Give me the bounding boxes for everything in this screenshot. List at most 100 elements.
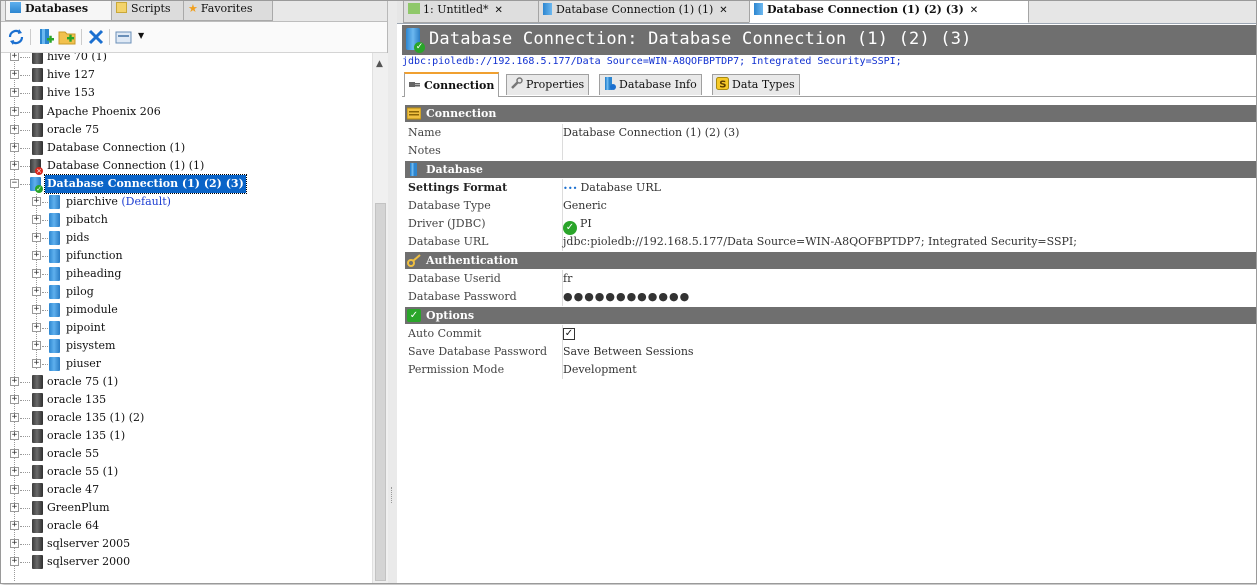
expand-icon[interactable]: + <box>10 70 19 79</box>
property-row-userid[interactable]: Database Userid fr <box>405 270 1256 288</box>
tab-data-types[interactable]: S Data Types <box>712 74 800 95</box>
tree-item-schema[interactable]: + pibatch <box>1 211 371 229</box>
expand-icon[interactable]: + <box>10 557 19 566</box>
expand-icon[interactable]: + <box>32 305 41 314</box>
tree-item-connection[interactable]: + sqlserver 2000 <box>1 553 371 571</box>
auto-commit-checkbox[interactable]: ✓ <box>563 328 575 340</box>
userid-value[interactable]: fr <box>563 270 572 288</box>
expand-icon[interactable]: + <box>32 269 41 278</box>
expand-icon[interactable]: + <box>10 485 19 494</box>
tab-scripts[interactable]: Scripts <box>111 1 187 21</box>
tree-item-connection[interactable]: + oracle 55 <box>1 445 371 463</box>
expand-icon[interactable]: + <box>10 88 19 97</box>
filter-dropdown-icon[interactable] <box>115 28 133 46</box>
delete-icon[interactable] <box>87 28 105 46</box>
tree-item-schema[interactable]: + pifunction <box>1 247 371 265</box>
tree-item-selected-connection[interactable]: − ✓ Database Connection (1) (2) (3) <box>1 174 371 194</box>
tab-favorites[interactable]: ★ Favorites <box>183 1 273 21</box>
tree-item-schema[interactable]: + piheading <box>1 265 371 283</box>
property-row-save-password[interactable]: Save Database Password Save Between Sess… <box>405 343 1256 361</box>
tree-item-schema[interactable]: + pimodule <box>1 301 371 319</box>
new-folder-icon[interactable] <box>58 28 76 46</box>
expand-icon[interactable]: + <box>32 215 41 224</box>
expand-icon[interactable]: + <box>32 341 41 350</box>
scroll-up-icon[interactable]: ▲ <box>376 59 383 69</box>
database-url-value[interactable]: jdbc:pioledb://192.168.5.177/Data Source… <box>563 233 1077 251</box>
tab-databases[interactable]: Databases <box>5 1 113 21</box>
tree-item-connection[interactable]: + oracle 75 <box>1 121 371 139</box>
tree-item-connection[interactable]: + Apache Phoenix 206 <box>1 103 371 121</box>
permission-mode-value[interactable]: Development <box>563 361 637 379</box>
property-row-permission-mode[interactable]: Permission Mode Development <box>405 361 1256 379</box>
expand-icon[interactable]: + <box>10 161 19 170</box>
expand-icon[interactable]: + <box>32 323 41 332</box>
tab-database-connection-1-2-3[interactable]: Database Connection (1) (2) (3) ✕ <box>749 1 1029 23</box>
property-row-database-url[interactable]: Database URL jdbc:pioledb://192.168.5.17… <box>405 233 1256 251</box>
tab-database-info[interactable]: Database Info <box>599 74 702 95</box>
tree-item-connection[interactable]: + × Database Connection (1) (1) <box>1 157 371 175</box>
property-row-auto-commit[interactable]: Auto Commit ✓ <box>405 325 1256 343</box>
chevron-down-icon[interactable]: ▼ <box>138 31 144 40</box>
scrollbar-thumb[interactable] <box>375 203 386 581</box>
password-value[interactable]: ●●●●●●●●●●●● <box>563 288 690 306</box>
expand-icon[interactable]: + <box>10 431 19 440</box>
add-connection-icon[interactable] <box>37 28 55 46</box>
database-type-value[interactable]: Generic <box>563 197 607 215</box>
pane-splitter[interactable] <box>388 1 397 583</box>
property-row-notes[interactable]: Notes <box>405 142 1256 160</box>
tree-item-schema[interactable]: + piarchive (Default) <box>1 193 371 211</box>
expand-icon[interactable]: + <box>10 449 19 458</box>
expand-icon[interactable]: + <box>32 359 41 368</box>
tree-item-schema[interactable]: + pisystem <box>1 337 371 355</box>
tree-item-connection[interactable]: + oracle 75 (1) <box>1 373 371 391</box>
driver-value[interactable]: ✓ PI <box>563 215 592 235</box>
refresh-icon[interactable] <box>7 28 25 46</box>
tree-item-connection[interactable]: + oracle 47 <box>1 481 371 499</box>
save-password-value[interactable]: Save Between Sessions <box>563 343 694 361</box>
expand-icon[interactable]: + <box>10 413 19 422</box>
expand-icon[interactable]: + <box>10 503 19 512</box>
expand-icon[interactable]: + <box>10 143 19 152</box>
tree-item-connection[interactable]: + oracle 55 (1) <box>1 463 371 481</box>
property-row-driver[interactable]: Driver (JDBC) ✓ PI <box>405 215 1256 235</box>
close-icon[interactable]: ✕ <box>494 5 502 16</box>
settings-format-value[interactable]: ••• Database URL <box>563 179 661 198</box>
tree-item-connection[interactable]: + oracle 135 (1) <box>1 427 371 445</box>
tab-untitled-script[interactable]: 1: Untitled* ✕ <box>403 1 543 23</box>
name-value[interactable]: Database Connection (1) (2) (3) <box>563 124 739 142</box>
tree-item-connection[interactable]: + Database Connection (1) <box>1 139 371 157</box>
close-icon[interactable]: ✕ <box>719 5 727 16</box>
tree-item-schema[interactable]: + piuser <box>1 355 371 373</box>
expand-icon[interactable]: + <box>10 53 19 61</box>
expand-icon[interactable]: + <box>10 395 19 404</box>
tree-item-connection[interactable]: + oracle 135 (1) (2) <box>1 409 371 427</box>
expand-icon[interactable]: + <box>32 287 41 296</box>
tree-item-connection[interactable]: + sqlserver 2005 <box>1 535 371 553</box>
tree-item-schema[interactable]: + pilog <box>1 283 371 301</box>
tab-connection[interactable]: Connection <box>404 72 500 97</box>
collapse-icon[interactable]: − <box>10 179 19 188</box>
tree-item-connection[interactable]: + oracle 135 <box>1 391 371 409</box>
property-row-name[interactable]: Name Database Connection (1) (2) (3) <box>405 124 1256 142</box>
expand-icon[interactable]: + <box>32 233 41 242</box>
expand-icon[interactable]: + <box>10 125 19 134</box>
expand-icon[interactable]: + <box>32 197 41 206</box>
expand-icon[interactable]: + <box>32 251 41 260</box>
tree-item-connection[interactable]: + hive 127 <box>1 66 371 84</box>
tree-item-connection[interactable]: + hive 70 (1) <box>1 53 371 66</box>
close-icon[interactable]: ✕ <box>970 5 978 16</box>
expand-icon[interactable]: + <box>10 377 19 386</box>
tree-item-connection[interactable]: + oracle 64 <box>1 517 371 535</box>
expand-icon[interactable]: + <box>10 107 19 116</box>
property-row-password[interactable]: Database Password ●●●●●●●●●●●● <box>405 288 1256 306</box>
tree-scrollbar[interactable]: ▲ <box>372 53 388 583</box>
tree-item-schema[interactable]: + pipoint <box>1 319 371 337</box>
expand-icon[interactable]: + <box>10 467 19 476</box>
expand-icon[interactable]: + <box>10 539 19 548</box>
property-row-database-type[interactable]: Database Type Generic <box>405 197 1256 215</box>
tree-item-schema[interactable]: + pids <box>1 229 371 247</box>
property-row-settings-format[interactable]: Settings Format ••• Database URL <box>405 179 1256 197</box>
expand-icon[interactable]: + <box>10 521 19 530</box>
tab-database-connection-1-1[interactable]: Database Connection (1) (1) ✕ <box>538 1 754 23</box>
tab-properties[interactable]: Properties <box>506 74 590 95</box>
